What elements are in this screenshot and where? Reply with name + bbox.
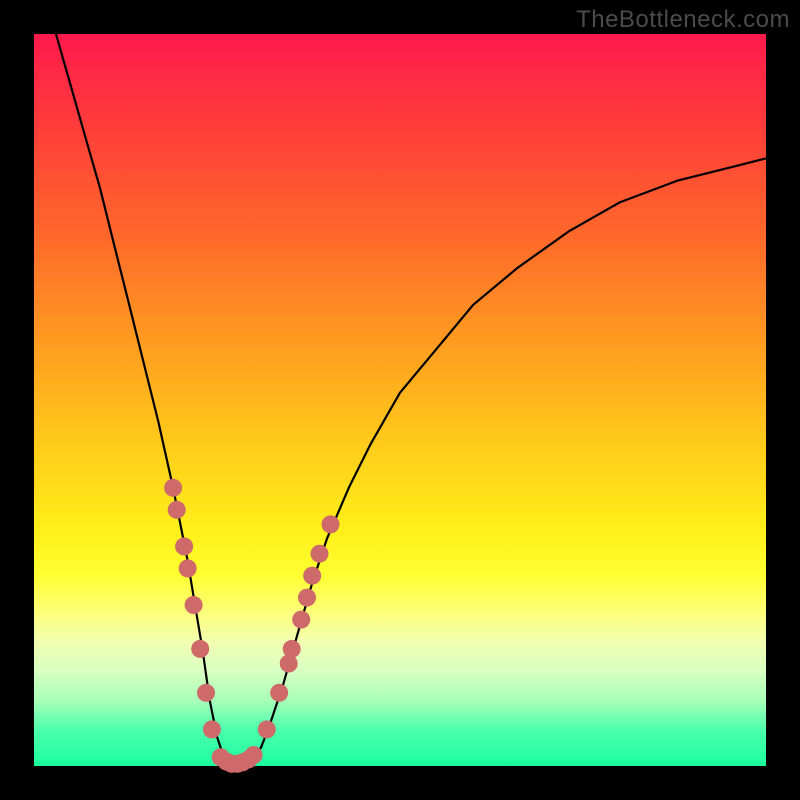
curve-marker	[164, 479, 182, 497]
curve-marker	[283, 640, 301, 658]
watermark-text: TheBottleneck.com	[576, 6, 790, 34]
chart-plot-area	[34, 34, 766, 766]
curve-marker	[185, 596, 203, 614]
curve-marker	[311, 545, 329, 563]
curve-marker	[168, 501, 186, 519]
chart-frame: TheBottleneck.com	[0, 0, 800, 800]
curve-marker	[203, 720, 221, 738]
curve-marker	[197, 684, 215, 702]
chart-svg	[34, 34, 766, 766]
curve-marker	[191, 640, 209, 658]
curve-marker	[245, 746, 263, 764]
curve-marker	[292, 611, 310, 629]
bottleneck-curve	[56, 34, 766, 764]
curve-marker	[298, 589, 316, 607]
curve-markers	[164, 479, 339, 773]
curve-marker	[270, 684, 288, 702]
curve-marker	[179, 559, 197, 577]
curve-marker	[258, 720, 276, 738]
curve-marker	[322, 515, 340, 533]
curve-marker	[303, 567, 321, 585]
curve-marker	[175, 537, 193, 555]
